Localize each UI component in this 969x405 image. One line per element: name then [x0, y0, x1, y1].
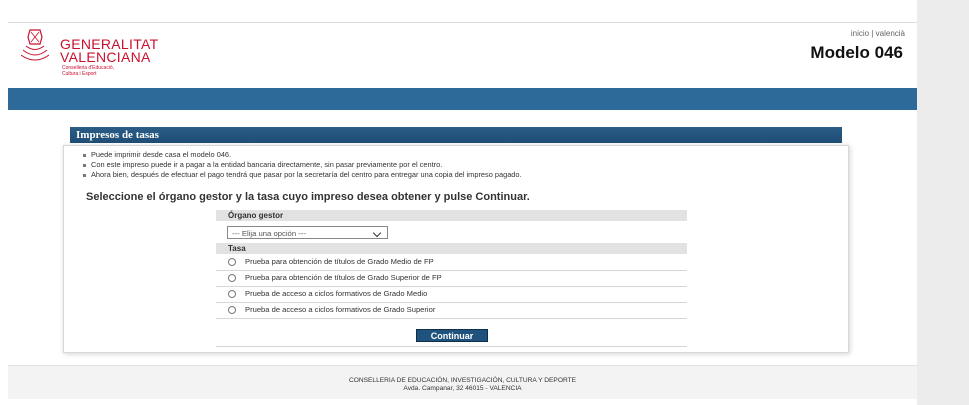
selection-instruction: Seleccione el órgano gestor y la tasa cu…: [86, 191, 530, 203]
organo-gestor-label: Órgano gestor: [216, 210, 687, 221]
tasa-option-label: Prueba para obtención de títulos de Grad…: [245, 273, 442, 282]
footer-address: Avda. Campanar, 32 46015 - VALENCIA: [403, 385, 522, 392]
brand-name: GENERALITAT VALENCIANA: [60, 37, 158, 65]
coat-of-arms-icon: [21, 29, 49, 61]
valencia-link[interactable]: valencià: [876, 29, 905, 38]
organo-gestor-selected-value: --- Elija una opción ---: [232, 229, 306, 238]
right-gutter: [917, 0, 969, 405]
info-list: Puede imprimir desde casa el modelo 046.…: [83, 150, 522, 180]
organo-gestor-select[interactable]: --- Elija una opción ---: [227, 226, 388, 239]
top-links-separator: |: [871, 29, 874, 38]
site-header: GENERALITAT VALENCIANA Conselleria d'Edu…: [8, 22, 917, 89]
radio-button[interactable]: [228, 290, 236, 298]
form-bottom-divider: [216, 346, 687, 347]
info-item: Con este impreso puede ir a pagar a la e…: [83, 160, 522, 170]
top-strip: [0, 0, 917, 22]
footer-organization: CONSELLERIA DE EDUCACIÓN, INVESTIGACIÓN,…: [348, 377, 577, 384]
tasa-option-label: Prueba de acceso a ciclos formativos de …: [245, 289, 428, 298]
blue-navigation-bar: [8, 88, 917, 110]
page: GENERALITAT VALENCIANA Conselleria d'Edu…: [0, 0, 969, 405]
top-links: inicio | valencià: [851, 29, 905, 38]
page-title: Modelo 046: [810, 43, 903, 62]
panel-title: Impresos de tasas: [70, 127, 842, 143]
tasa-label: Tasa: [216, 243, 687, 254]
site-footer: CONSELLERIA DE EDUCACIÓN, INVESTIGACIÓN,…: [8, 365, 917, 399]
tasas-form: Órgano gestor --- Elija una opción --- T…: [216, 210, 689, 347]
option-divider: [216, 270, 687, 271]
tasa-option[interactable]: Prueba de acceso a ciclos formativos de …: [228, 304, 435, 316]
option-divider: [216, 286, 687, 287]
tasa-option[interactable]: Prueba para obtención de títulos de Grad…: [228, 256, 434, 268]
radio-button[interactable]: [228, 258, 236, 266]
radio-button[interactable]: [228, 274, 236, 282]
tasa-option-label: Prueba de acceso a ciclos formativos de …: [245, 305, 436, 314]
tasa-option[interactable]: Prueba para obtención de títulos de Grad…: [228, 272, 442, 284]
info-item: Puede imprimir desde casa el modelo 046.: [83, 150, 522, 160]
option-divider: [216, 318, 687, 319]
chevron-down-icon: [372, 228, 382, 238]
tasas-panel: Impresos de tasas Puede imprimir desde c…: [63, 127, 849, 353]
continue-button[interactable]: Continuar: [416, 329, 488, 342]
info-item: Ahora bien, después de efectuar el pago …: [83, 170, 522, 180]
tasa-option-label: Prueba para obtención de títulos de Grad…: [245, 257, 434, 266]
brand-sub-line-2: Cultura i Esport: [62, 71, 97, 77]
brand-subtitle: Conselleria d'Educació, Cultura i Esport: [62, 65, 114, 77]
tasa-option[interactable]: Prueba de acceso a ciclos formativos de …: [228, 288, 427, 300]
generalitat-logo: GENERALITAT VALENCIANA Conselleria d'Edu…: [21, 28, 171, 88]
home-link[interactable]: inicio: [851, 29, 869, 38]
brand-line-2: VALENCIANA: [60, 49, 151, 65]
option-divider: [216, 302, 687, 303]
radio-button[interactable]: [228, 306, 236, 314]
